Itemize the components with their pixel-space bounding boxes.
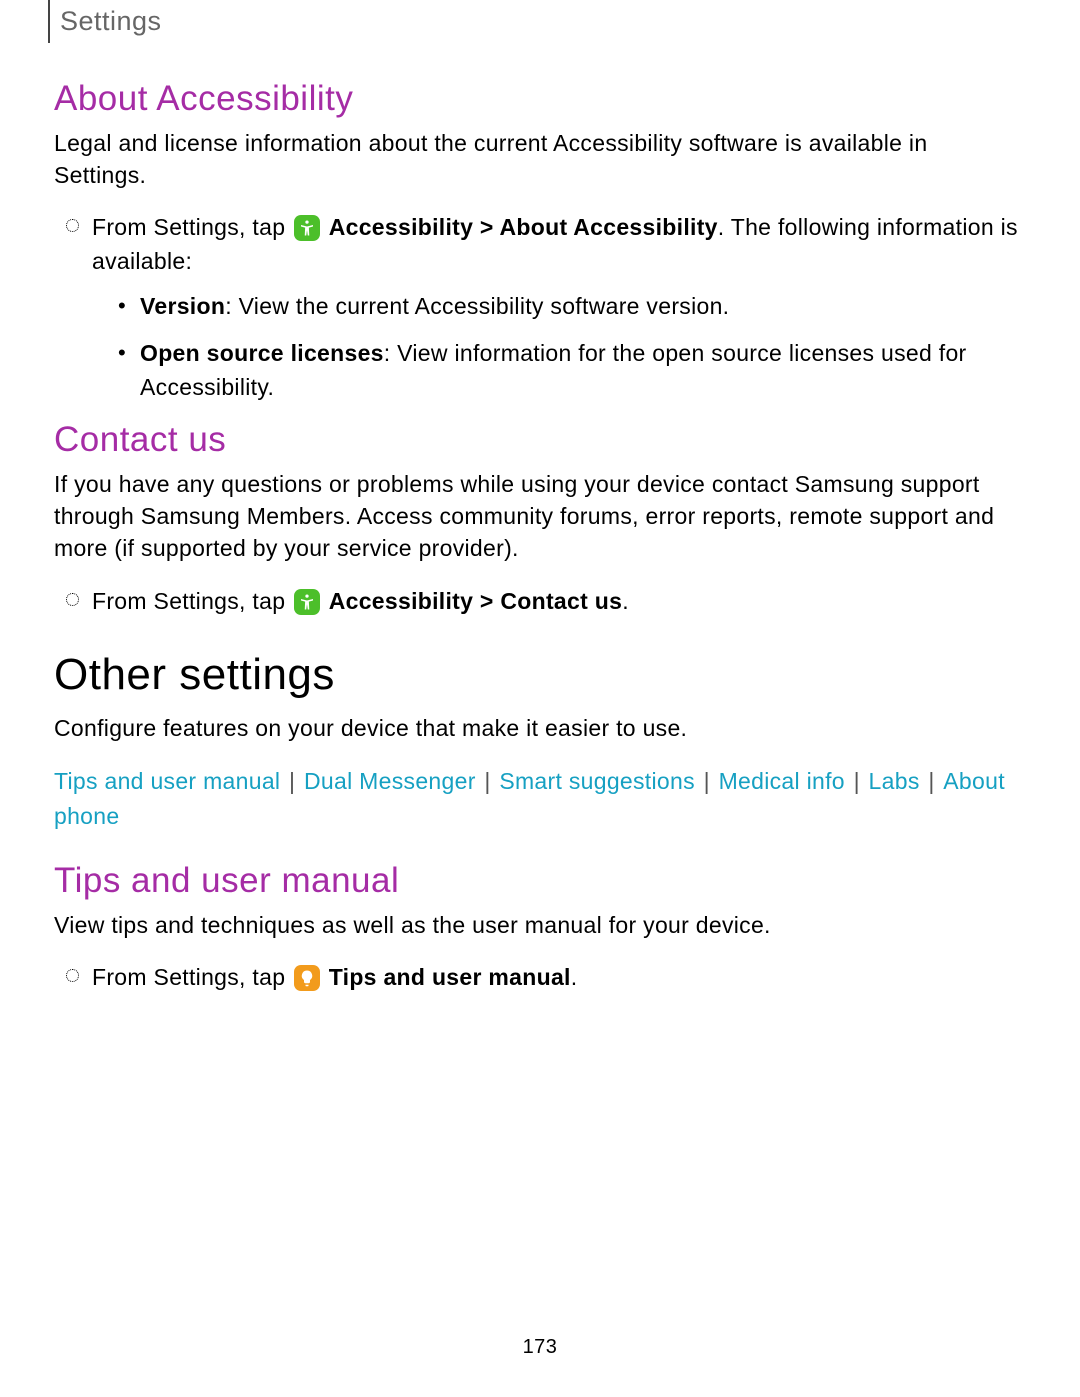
accessibility-icon: [294, 215, 320, 241]
version-label: Version: [140, 293, 225, 319]
step-suffix: .: [571, 964, 578, 990]
link-separator: |: [697, 768, 717, 794]
link-tips-and-user-manual[interactable]: Tips and user manual: [54, 768, 280, 794]
link-separator: |: [478, 768, 498, 794]
link-dual-messenger[interactable]: Dual Messenger: [304, 768, 476, 794]
step-suffix: .: [622, 588, 629, 614]
link-smart-suggestions[interactable]: Smart suggestions: [499, 768, 695, 794]
step-bold: Accessibility > Contact us: [329, 588, 622, 614]
accessibility-icon: [294, 589, 320, 615]
page-number: 173: [0, 1336, 1080, 1359]
version-text: : View the current Accessibility softwar…: [225, 293, 729, 319]
heading-about-accessibility: About Accessibility: [54, 79, 1020, 119]
heading-tips-and-user-manual: Tips and user manual: [54, 861, 1020, 901]
link-labs[interactable]: Labs: [869, 768, 920, 794]
about-accessibility-intro: Legal and license information about the …: [54, 127, 1020, 191]
contact-us-step: From Settings, tap Accessibility > Conta…: [92, 585, 1020, 618]
breadcrumb: Settings: [48, 0, 1020, 43]
link-separator: |: [282, 768, 302, 794]
open-source-item: Open source licenses: View information f…: [140, 337, 1020, 404]
opensource-label: Open source licenses: [140, 340, 384, 366]
contact-us-intro: If you have any questions or problems wh…: [54, 468, 1020, 565]
step-bold: Accessibility > About Accessibility: [329, 214, 718, 240]
about-accessibility-step: From Settings, tap Accessibility > About…: [92, 211, 1020, 404]
step-prefix: From Settings, tap: [92, 964, 292, 990]
tips-intro: View tips and techniques as well as the …: [54, 909, 1020, 941]
heading-other-settings: Other settings: [54, 650, 1020, 700]
tips-step: From Settings, tap Tips and user manual.: [92, 961, 1020, 994]
step-prefix: From Settings, tap: [92, 214, 292, 240]
version-item: Version: View the current Accessibility …: [140, 290, 1020, 323]
step-bold: Tips and user manual: [329, 964, 571, 990]
lightbulb-icon: [294, 965, 320, 991]
link-medical-info[interactable]: Medical info: [719, 768, 845, 794]
heading-contact-us: Contact us: [54, 420, 1020, 460]
other-settings-links: Tips and user manual | Dual Messenger | …: [54, 764, 1020, 833]
other-settings-intro: Configure features on your device that m…: [54, 712, 1020, 744]
step-prefix: From Settings, tap: [92, 588, 292, 614]
link-separator: |: [922, 768, 942, 794]
link-separator: |: [847, 768, 867, 794]
